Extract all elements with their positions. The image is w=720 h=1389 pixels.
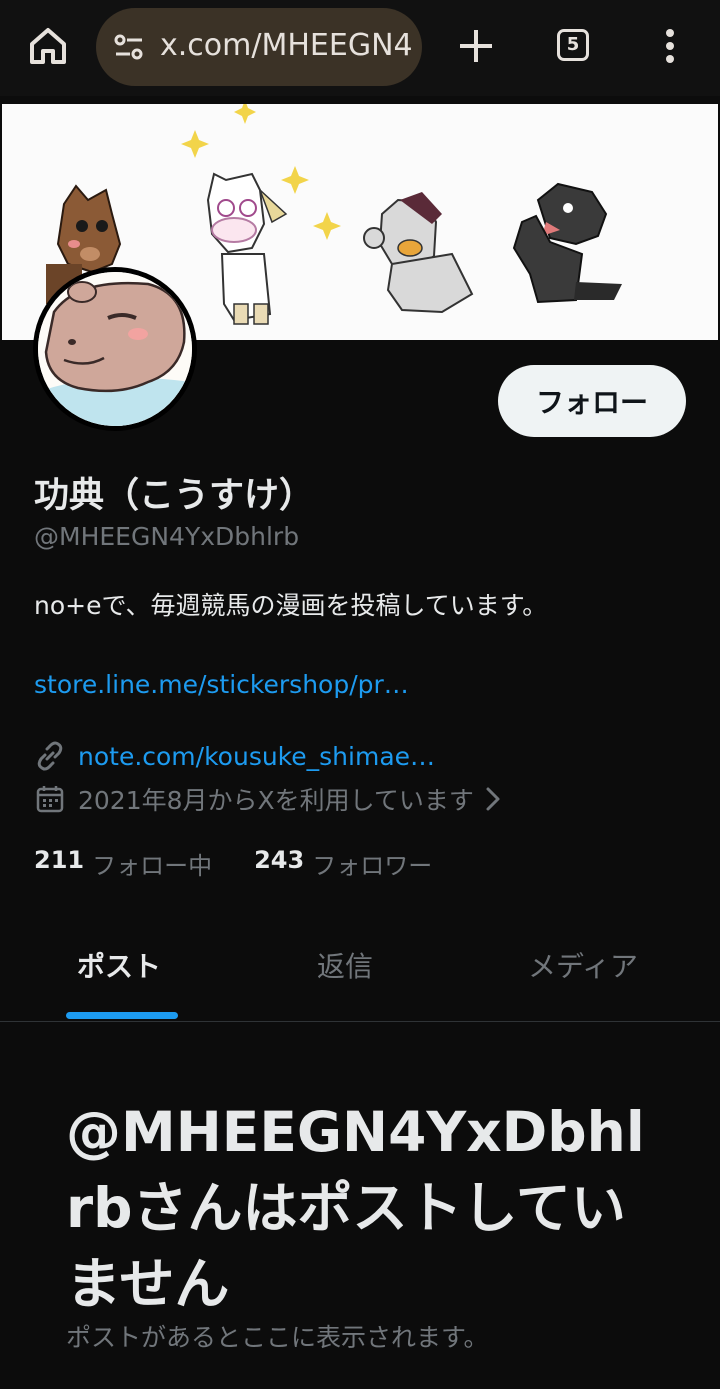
overflow-menu-icon[interactable] [660, 26, 680, 66]
link-icon [34, 740, 66, 772]
address-bar[interactable]: x.com/MHEEGN4 [96, 8, 422, 86]
website-link[interactable]: note.com/kousuke_shimae… [78, 742, 435, 771]
bio-link[interactable]: store.line.me/stickershop/pr… [34, 670, 409, 699]
empty-state-title: @MHEEGN4YxDbhlrbさんはポストしていません [66, 1100, 645, 1316]
followers-label: フォロワー [312, 852, 433, 880]
site-settings-icon[interactable] [114, 34, 144, 60]
tab-count: 5 [566, 34, 580, 55]
profile-bio: no+eで、毎週競馬の漫画を投稿しています。 [34, 591, 548, 620]
followers-stat[interactable]: 243 フォロワー [254, 846, 432, 881]
website-row: note.com/kousuke_shimae… [34, 738, 435, 774]
browser-toolbar: x.com/MHEEGN4 5 [0, 0, 720, 96]
tab-replies[interactable]: 返信 [317, 945, 373, 985]
following-count: 211 [34, 846, 85, 874]
following-stat[interactable]: 211 フォロー中 [34, 846, 212, 881]
calendar-icon [34, 783, 66, 815]
tab-switcher-icon[interactable]: 5 [557, 29, 589, 61]
joined-date-text: 2021年8月からXを利用しています [78, 786, 474, 815]
tab-divider [0, 1021, 720, 1022]
joined-date-row[interactable]: 2021年8月からXを利用しています [34, 781, 504, 817]
follow-stats: 211 フォロー中 243 フォロワー [34, 846, 432, 881]
home-icon[interactable] [26, 22, 70, 70]
user-handle: @MHEEGN4YxDbhlrb [34, 522, 300, 551]
url-text[interactable]: x.com/MHEEGN4 [160, 28, 413, 63]
new-tab-plus-icon[interactable] [456, 26, 496, 66]
followers-count: 243 [254, 846, 305, 874]
avatar[interactable] [33, 267, 197, 431]
capybara-avatar-image [38, 272, 192, 426]
tab-media[interactable]: メディア [528, 945, 638, 985]
active-tab-indicator [66, 1012, 178, 1019]
follow-button[interactable]: フォロー [498, 365, 686, 437]
chevron-right-icon [482, 786, 504, 812]
tab-posts[interactable]: ポスト [77, 945, 161, 985]
display-name: 功典（こうすけ） [34, 476, 315, 516]
empty-state-subtitle: ポストがあるとここに表示されます。 [66, 1323, 489, 1352]
following-label: フォロー中 [92, 852, 213, 880]
